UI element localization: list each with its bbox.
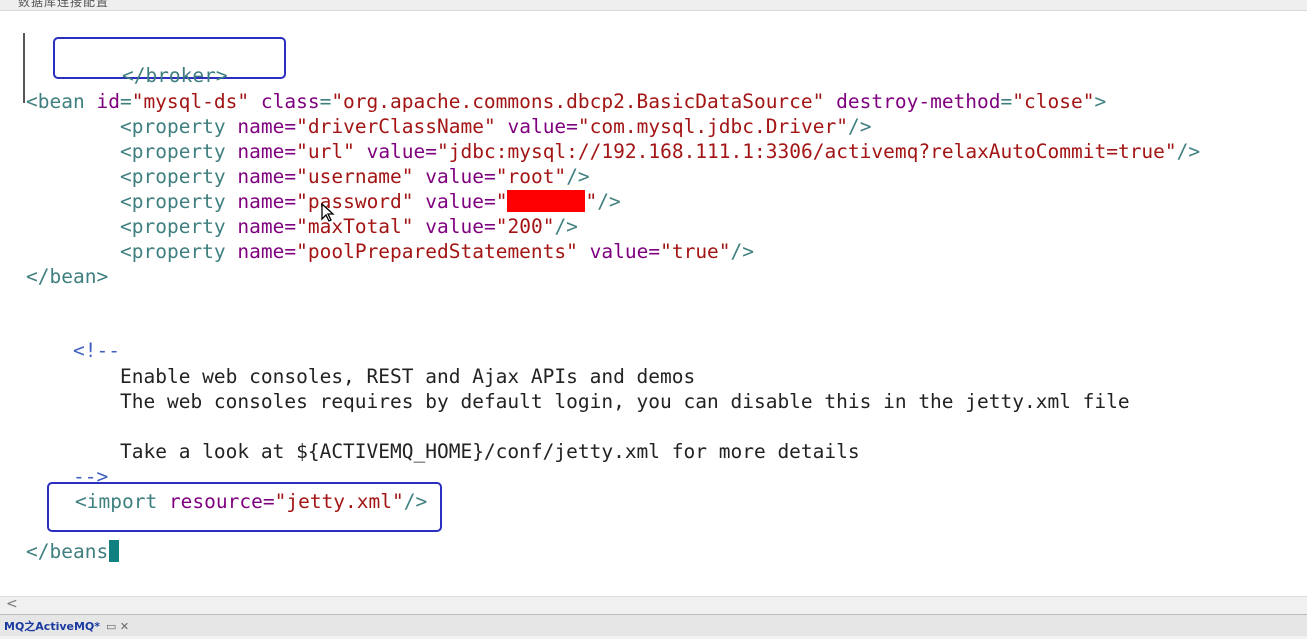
- code-line-property-1: <property name="driverClassName" value="…: [120, 115, 872, 138]
- code-line-broker-close: </broker>: [121, 64, 228, 87]
- code-line-import: <import resource="jetty.xml"/>: [75, 490, 428, 513]
- tab-close-icon[interactable]: ▭ ✕: [106, 620, 129, 633]
- code-line-property-6: <property name="poolPreparedStatements" …: [120, 240, 755, 263]
- code-line-comment-4: Take a look at ${ACTIVEMQ_HOME}/conf/jet…: [120, 440, 860, 463]
- bottom-tab-bar: MQ之ActiveMQ* ▭ ✕: [0, 614, 1307, 636]
- gutter-rule: [23, 33, 25, 103]
- code-line-comment-2: The web consoles requires by default log…: [120, 390, 1130, 413]
- text-cursor: [109, 540, 120, 562]
- code-line-property-3: <property name="username" value="root"/>: [120, 165, 590, 188]
- code-line-comment-open: <!--: [73, 339, 120, 362]
- password-redaction: [507, 190, 586, 212]
- code-line-bean-open: <bean id="mysql-ds" class="org.apache.co…: [26, 90, 1107, 113]
- code-line-comment-1: Enable web consoles, REST and Ajax APIs …: [120, 365, 696, 388]
- tab-activemq[interactable]: MQ之ActiveMQ* ▭ ✕: [0, 615, 133, 636]
- cut-off-title: 数据库连接配置: [18, 0, 110, 9]
- window-top-strip: 数据库连接配置: [0, 0, 1307, 10]
- xml-editor[interactable]: </broker> <bean id="mysql-ds" class="org…: [0, 10, 1307, 597]
- code-line-property-4: <property name="password" value=" "/>: [120, 190, 621, 213]
- scroll-left-arrow-icon[interactable]: <: [6, 596, 18, 612]
- horizontal-scrollbar[interactable]: <: [0, 596, 1307, 614]
- code-line-bean-close: </bean>: [26, 265, 109, 288]
- code-line-beans-close: </beans: [26, 540, 120, 564]
- code-line-property-2: <property name="url" value="jdbc:mysql:/…: [120, 140, 1201, 163]
- mouse-pointer-icon: [321, 203, 335, 222]
- code-line-property-5: <property name="maxTotal" value="200"/>: [120, 215, 578, 238]
